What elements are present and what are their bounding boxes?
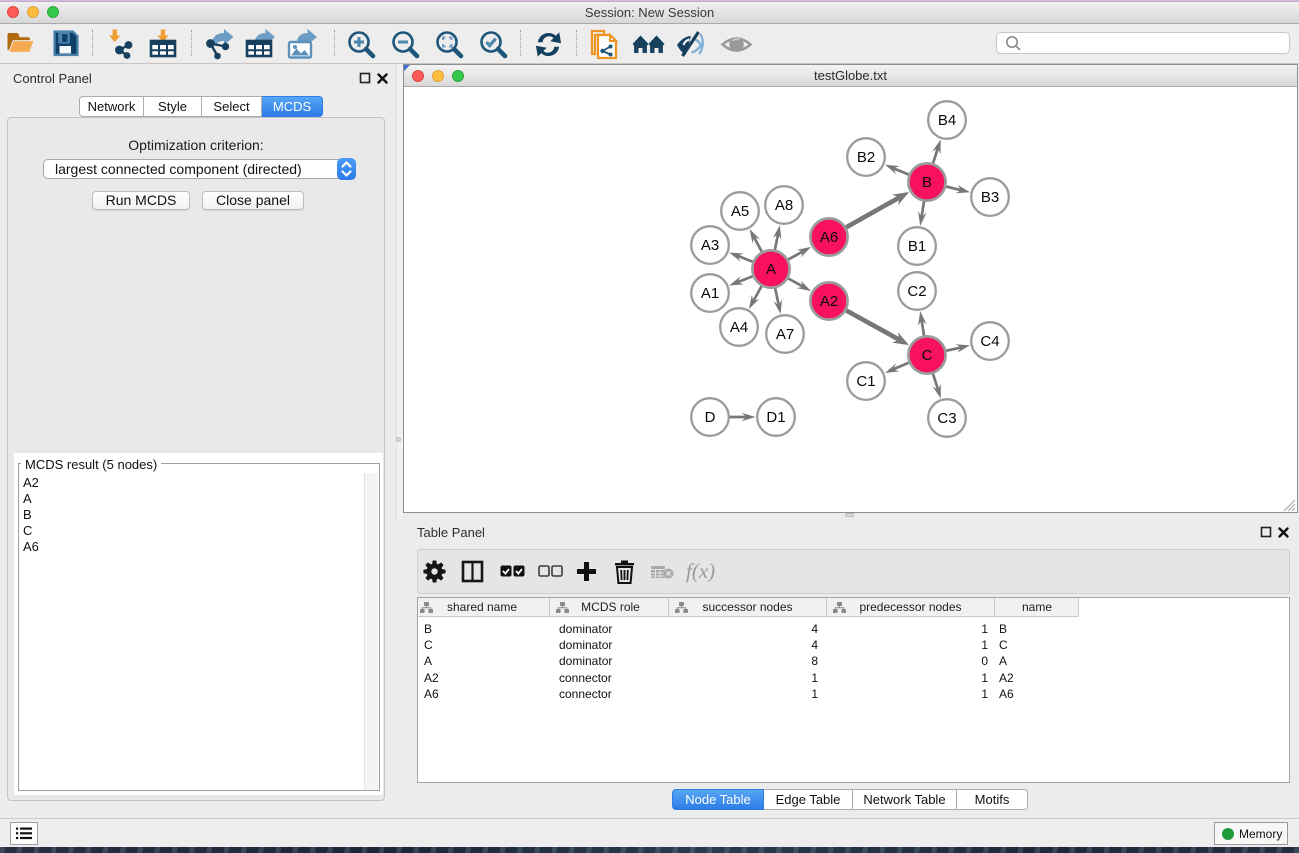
svg-text:C2: C2 (907, 283, 926, 300)
svg-text:B1: B1 (908, 238, 926, 255)
svg-text:A3: A3 (701, 237, 719, 254)
svg-text:B2: B2 (857, 149, 875, 166)
svg-text:C1: C1 (856, 373, 875, 390)
svg-text:A1: A1 (701, 285, 719, 302)
svg-text:A: A (766, 261, 776, 278)
svg-text:A5: A5 (731, 203, 749, 220)
svg-text:B: B (922, 174, 932, 191)
svg-text:C3: C3 (937, 410, 956, 427)
svg-text:A7: A7 (776, 326, 794, 343)
svg-text:B4: B4 (938, 112, 956, 129)
svg-text:D1: D1 (766, 409, 785, 426)
svg-text:A8: A8 (775, 197, 793, 214)
svg-text:B3: B3 (981, 189, 999, 206)
svg-text:C4: C4 (980, 333, 999, 350)
svg-text:A6: A6 (820, 229, 838, 246)
svg-text:A4: A4 (730, 319, 748, 336)
svg-text:D: D (705, 409, 716, 426)
svg-text:A2: A2 (820, 293, 838, 310)
svg-text:C: C (922, 347, 933, 364)
